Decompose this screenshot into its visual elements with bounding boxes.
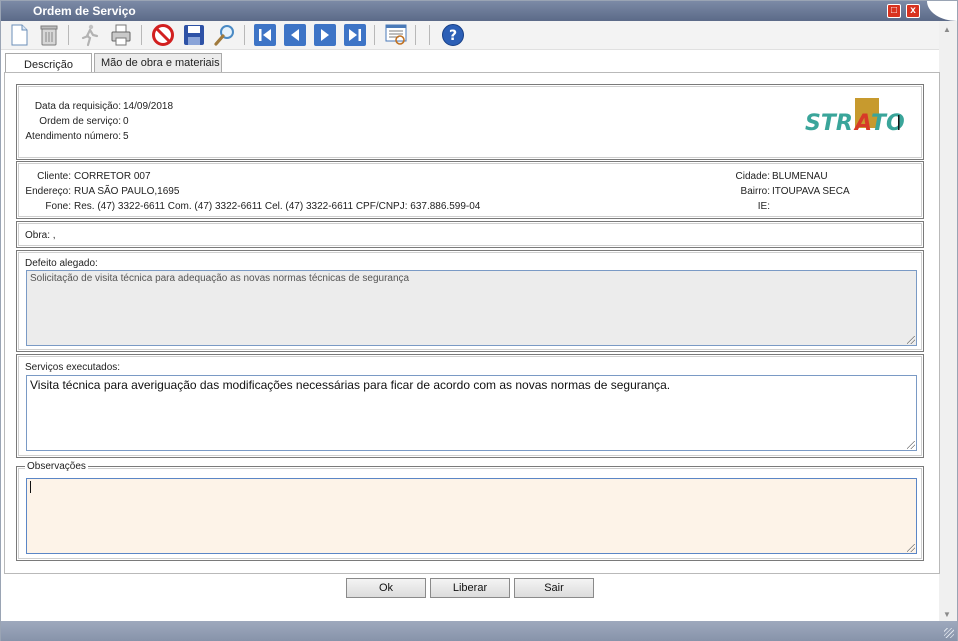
resize-grip-icon[interactable]	[907, 441, 915, 449]
cancel-icon[interactable]	[151, 23, 175, 47]
toolbar-separator	[374, 25, 375, 45]
status-bar	[1, 621, 957, 641]
defeito-textarea[interactable]: Solicitação de visita técnica para adequ…	[26, 270, 917, 346]
ie-label: IE:	[757, 201, 770, 212]
servicos-panel: Serviços executados: Visita técnica para…	[16, 354, 924, 458]
ordem-label: Ordem de serviço:	[39, 116, 121, 127]
strato-logo: STR A TO	[797, 90, 917, 150]
last-record-icon[interactable]	[343, 23, 367, 47]
servicos-text: Visita técnica para averiguação das modi…	[30, 378, 671, 392]
toolbar-separator	[429, 25, 430, 45]
report-icon[interactable]	[384, 23, 408, 47]
defeito-text: Solicitação de visita técnica para adequ…	[30, 273, 410, 284]
svg-text:?: ?	[449, 28, 457, 44]
toolbar-separator	[68, 25, 69, 45]
bairro-value: ITOUPAVA SECA	[772, 186, 850, 197]
svg-text:A: A	[853, 111, 872, 136]
cidade-label: Cidade:	[735, 171, 770, 182]
resize-grip-icon[interactable]	[907, 544, 915, 552]
help-icon[interactable]: ?	[441, 23, 465, 47]
order-window: Ordem de Serviço □ x ? ▲ ▼ Descrição Mão…	[0, 0, 958, 641]
observacoes-legend: Observações	[25, 461, 88, 472]
maximize-icon[interactable]: □	[887, 4, 901, 18]
toolbar-separator	[415, 25, 416, 45]
cliente-label: Cliente:	[37, 171, 71, 182]
toolbar-separator	[141, 25, 142, 45]
fone-value: Res. (47) 3322-6611 Com. (47) 3322-6611 …	[74, 201, 481, 212]
first-record-icon[interactable]	[253, 23, 277, 47]
text-caret	[30, 481, 31, 493]
printer-icon[interactable]	[109, 23, 133, 47]
cliente-value: CORRETOR 007	[74, 171, 151, 182]
observacoes-textarea[interactable]	[26, 478, 917, 554]
new-document-icon[interactable]	[7, 23, 31, 47]
header-panel: Data da requisição: 14/09/2018 Ordem de …	[16, 84, 924, 160]
resize-grip-icon[interactable]	[907, 336, 915, 344]
servicos-textarea[interactable]: Visita técnica para averiguação das modi…	[26, 375, 917, 451]
atendimento-value: 5	[123, 131, 129, 142]
save-icon[interactable]	[182, 23, 206, 47]
endereco-label: Endereço:	[25, 186, 71, 197]
title-bar-corner	[927, 1, 957, 21]
observacoes-fieldset: Observações	[16, 461, 924, 561]
window-resize-grip-icon[interactable]	[944, 628, 954, 638]
svg-text:STR: STR	[805, 111, 853, 136]
toolbar: ?	[1, 21, 939, 50]
tab-mao-de-obra[interactable]: Mão de obra e materiais	[94, 53, 222, 73]
bairro-label: Bairro:	[740, 186, 770, 197]
search-icon[interactable]	[213, 23, 237, 47]
toolbar-separator	[244, 25, 245, 45]
scroll-up-icon[interactable]: ▲	[943, 25, 951, 34]
cidade-value: BLUMENAU	[772, 171, 828, 182]
atendimento-label: Atendimento número:	[25, 131, 121, 142]
previous-record-icon[interactable]	[283, 23, 307, 47]
client-panel: Cliente: CORRETOR 007 Endereço: RUA SÃO …	[16, 161, 924, 219]
liberar-button[interactable]: Liberar	[430, 578, 510, 598]
ok-button[interactable]: Ok	[346, 578, 426, 598]
ordem-value: 0	[123, 116, 129, 127]
window-title: Ordem de Serviço	[33, 4, 136, 18]
scroll-down-icon[interactable]: ▼	[943, 610, 951, 619]
obra-panel: Obra: ,	[16, 221, 924, 248]
tab-content: Data da requisição: 14/09/2018 Ordem de …	[4, 72, 940, 574]
trash-icon[interactable]	[37, 23, 61, 47]
tab-descricao[interactable]: Descrição	[5, 53, 92, 74]
vertical-scrollbar[interactable]: ▲ ▼	[939, 21, 957, 621]
defeito-label: Defeito alegado:	[25, 258, 98, 269]
servicos-label: Serviços executados:	[25, 362, 121, 373]
obra-label: Obra: ,	[25, 230, 56, 241]
defeito-panel: Defeito alegado: Solicitação de visita t…	[16, 250, 924, 352]
title-bar[interactable]: Ordem de Serviço □ x	[1, 1, 957, 21]
close-icon[interactable]: x	[906, 4, 920, 18]
requisicao-value: 14/09/2018	[123, 101, 174, 112]
sair-button[interactable]: Sair	[514, 578, 594, 598]
requisicao-label: Data da requisição:	[34, 101, 121, 112]
fone-label: Fone:	[45, 201, 71, 212]
run-icon[interactable]	[78, 23, 102, 47]
endereco-value: RUA SÃO PAULO,1695	[74, 186, 180, 197]
next-record-icon[interactable]	[313, 23, 337, 47]
svg-text:TO: TO	[871, 111, 905, 136]
